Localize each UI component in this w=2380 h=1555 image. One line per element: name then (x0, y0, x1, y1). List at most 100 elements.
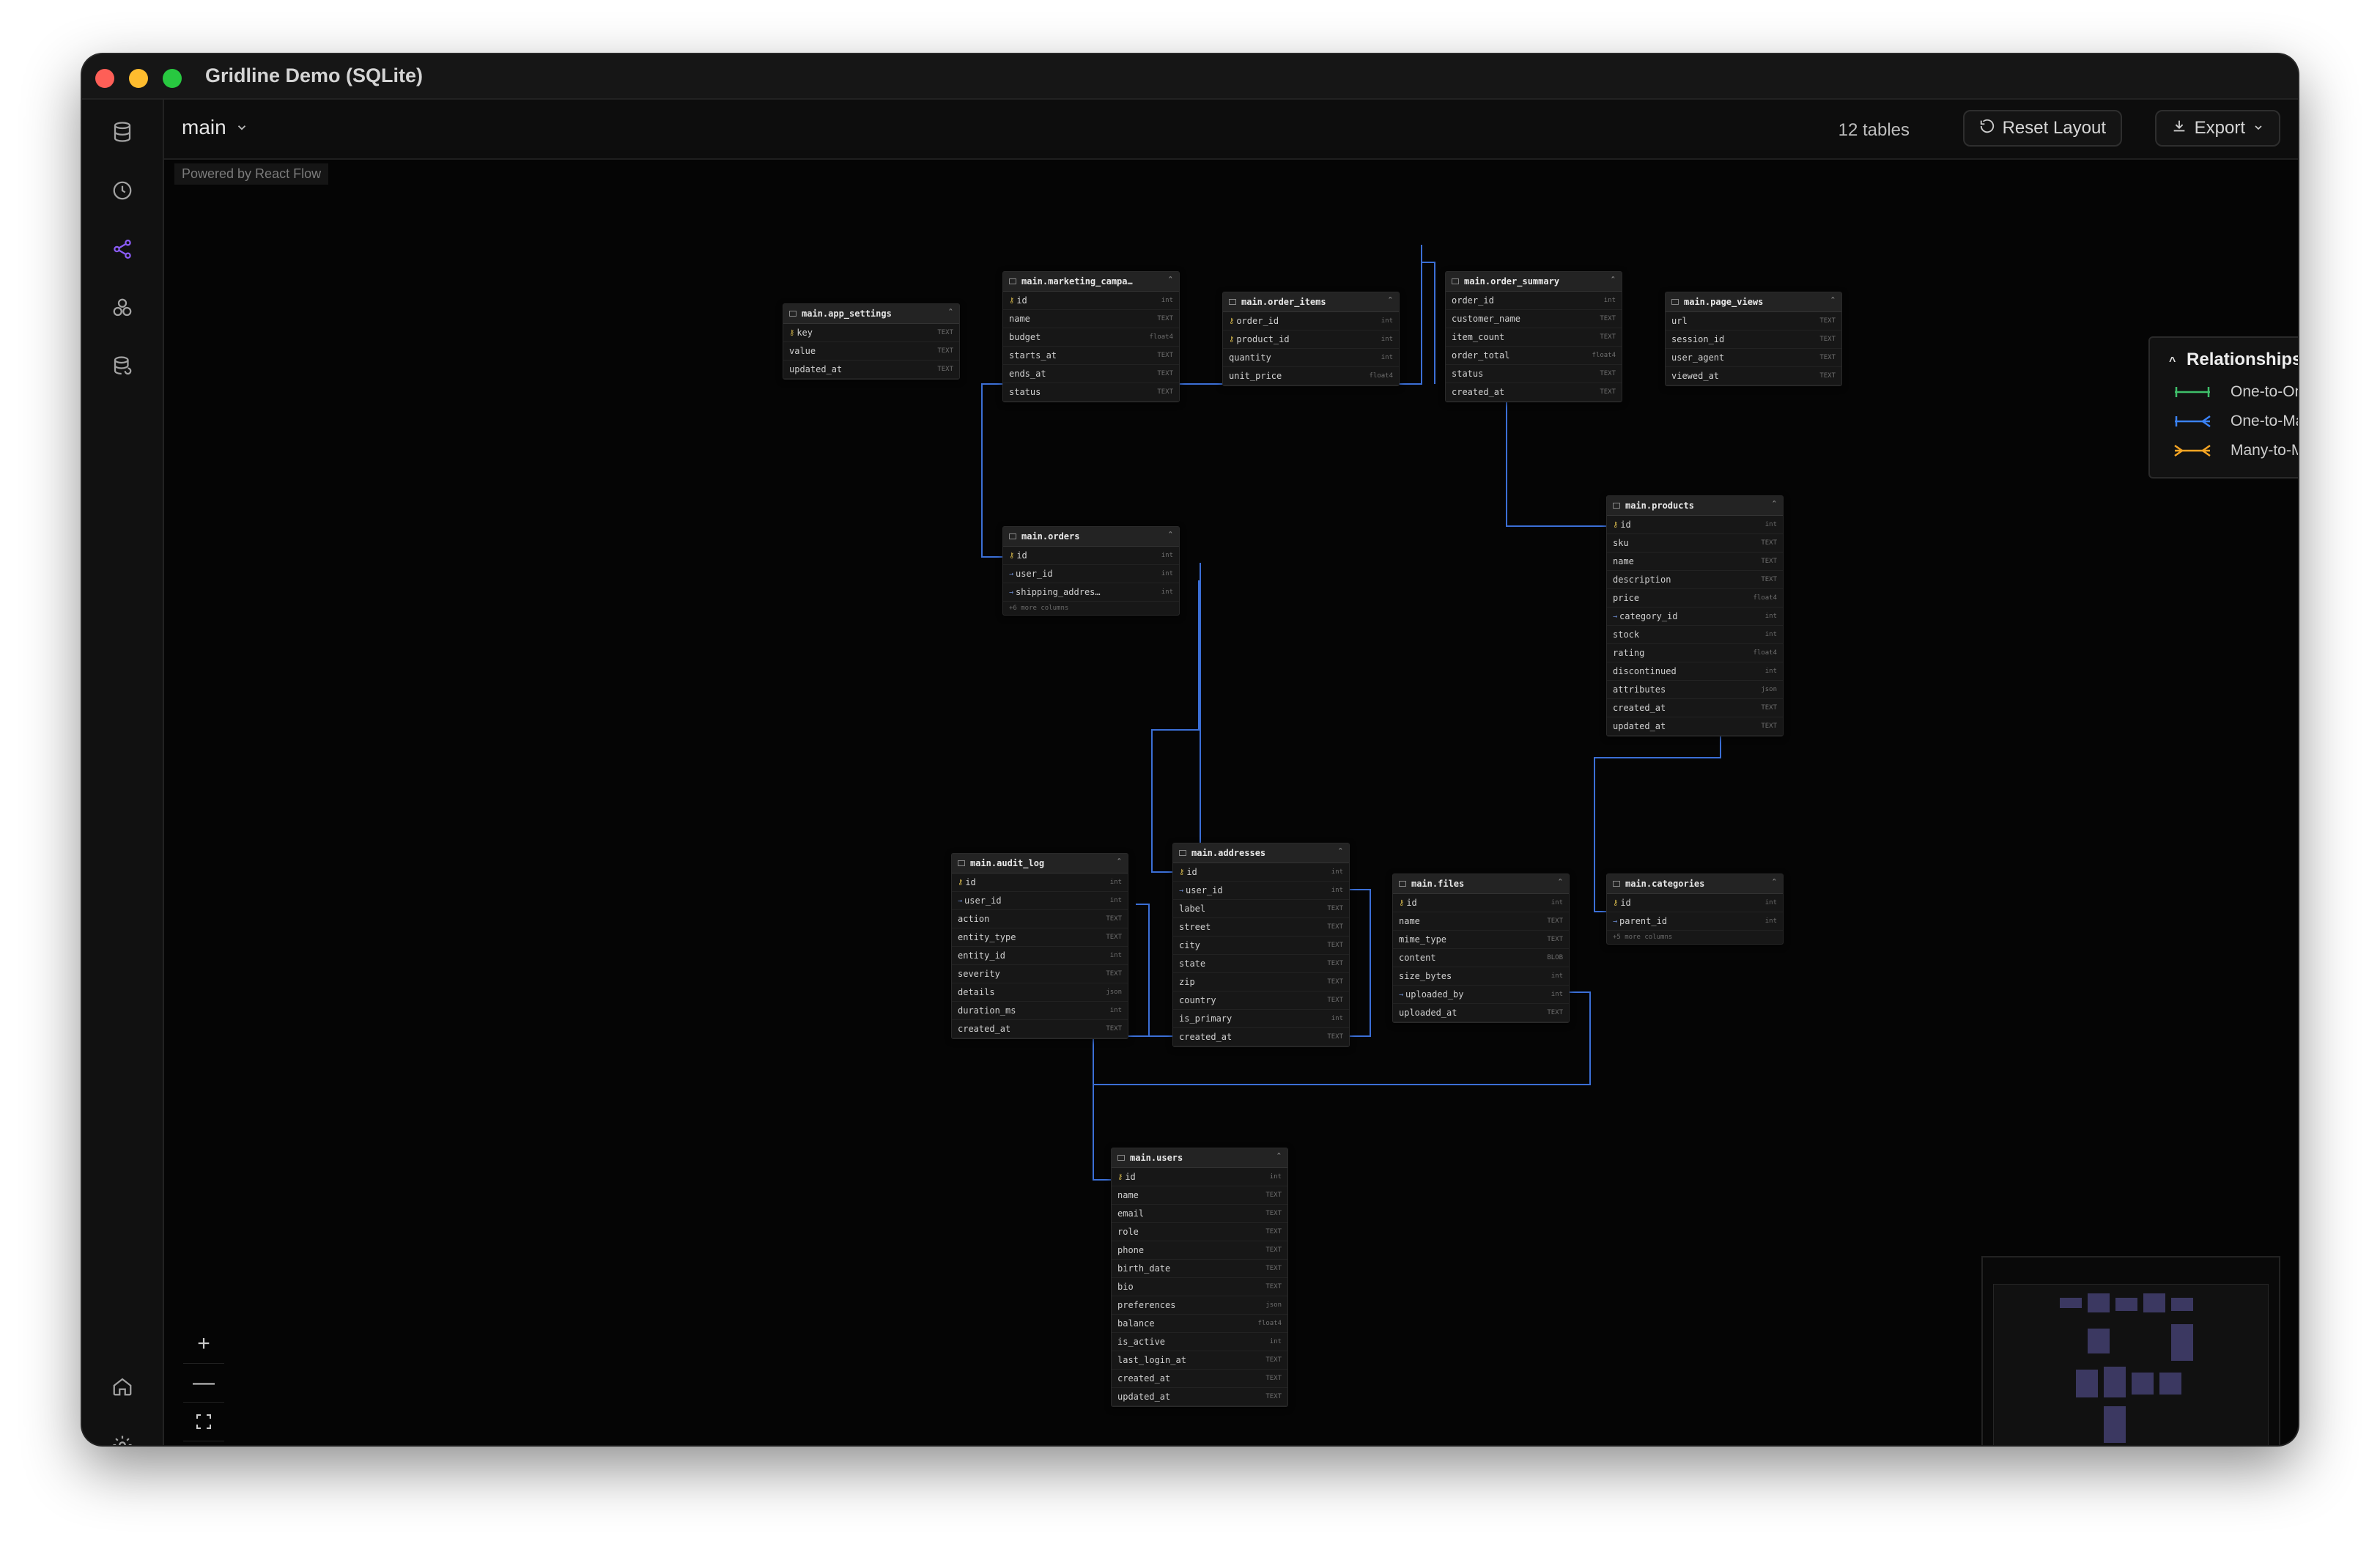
history-icon[interactable] (108, 176, 137, 205)
column-row[interactable]: entity_id int (952, 947, 1128, 965)
column-row[interactable]: ⚷ id int (952, 873, 1128, 892)
table-node[interactable]: main.users ˆ ⚷ id int name TEXT email TEXT role TE… (1111, 1148, 1288, 1407)
schema-selector[interactable]: main (182, 116, 248, 139)
collapse-chevron-icon[interactable]: ˆ (1830, 296, 1836, 306)
column-row[interactable]: budget float4 (1003, 328, 1179, 347)
column-row[interactable]: ⚷ id int (1393, 894, 1569, 912)
column-row[interactable]: ⚷ order_id int (1223, 312, 1399, 330)
column-row[interactable]: country TEXT (1173, 991, 1349, 1010)
table-node[interactable]: main.products ˆ ⚷ id int sku TEXT name TEXT descr… (1606, 495, 1784, 736)
home-icon[interactable] (108, 1372, 137, 1401)
column-row[interactable]: stock int (1607, 626, 1783, 644)
collapse-chevron-icon[interactable]: ˆ (1558, 878, 1563, 888)
table-node[interactable]: main.orders ˆ ⚷ id int → user_id int → shipping_a… (1002, 526, 1180, 616)
share-nodes-icon[interactable] (108, 234, 137, 264)
minimize-window-button[interactable] (129, 69, 148, 88)
table-header[interactable]: main.files ˆ (1393, 874, 1569, 894)
column-row[interactable]: name TEXT (1003, 310, 1179, 328)
column-row[interactable]: → shipping_addres… int (1003, 583, 1179, 602)
table-header[interactable]: main.page_views ˆ (1666, 292, 1841, 312)
column-row[interactable]: session_id TEXT (1666, 330, 1841, 349)
table-node[interactable]: main.order_items ˆ ⚷ order_id int ⚷ product_id… (1222, 292, 1400, 386)
zoom-out-button[interactable]: — (183, 1364, 224, 1403)
table-header[interactable]: main.categories ˆ (1607, 874, 1783, 894)
table-header[interactable]: main.users ˆ (1112, 1148, 1287, 1168)
column-row[interactable]: zip TEXT (1173, 973, 1349, 991)
column-row[interactable]: updated_at TEXT (1112, 1388, 1287, 1406)
database-refresh-icon[interactable] (108, 352, 137, 381)
more-columns-label[interactable]: +6 more columns (1003, 602, 1179, 615)
table-header[interactable]: main.order_summary ˆ (1446, 272, 1622, 292)
collapse-chevron-icon[interactable]: ˆ (1276, 1152, 1282, 1162)
fit-view-button[interactable] (183, 1403, 224, 1441)
column-row[interactable]: viewed_at TEXT (1666, 367, 1841, 385)
column-row[interactable]: value TEXT (783, 342, 959, 361)
column-row[interactable]: → user_id int (952, 892, 1128, 910)
column-row[interactable]: order_id int (1446, 292, 1622, 310)
collapse-chevron-icon[interactable]: ˆ (1117, 857, 1122, 868)
column-row[interactable]: → category_id int (1607, 607, 1783, 626)
diagram-canvas[interactable]: Powered by React Flow main.app_settings ˆ… (164, 160, 2298, 1445)
column-row[interactable]: action TEXT (952, 910, 1128, 928)
column-row[interactable]: is_active int (1112, 1333, 1287, 1351)
table-header[interactable]: main.orders ˆ (1003, 527, 1179, 547)
column-row[interactable]: ⚷ id int (1607, 894, 1783, 912)
column-row[interactable]: → user_id int (1173, 882, 1349, 900)
database-icon[interactable] (108, 117, 137, 147)
column-row[interactable]: user_agent TEXT (1666, 349, 1841, 367)
column-row[interactable]: status TEXT (1003, 383, 1179, 402)
column-row[interactable]: ⚷ id int (1003, 547, 1179, 565)
table-header[interactable]: main.marketing_campa… ˆ (1003, 272, 1179, 292)
gear-icon[interactable] (108, 1430, 137, 1445)
column-row[interactable]: unit_price float4 (1223, 367, 1399, 385)
collapse-chevron-icon[interactable]: ˆ (1168, 276, 1173, 286)
table-node[interactable]: main.categories ˆ ⚷ id int → parent_id int +5 mo… (1606, 873, 1784, 945)
cluster-icon[interactable] (108, 293, 137, 322)
column-row[interactable]: severity TEXT (952, 965, 1128, 983)
column-row[interactable]: order_total float4 (1446, 347, 1622, 365)
column-row[interactable]: item_count TEXT (1446, 328, 1622, 347)
column-row[interactable]: city TEXT (1173, 937, 1349, 955)
column-row[interactable]: created_at TEXT (1112, 1370, 1287, 1388)
column-row[interactable]: last_login_at TEXT (1112, 1351, 1287, 1370)
reset-layout-button[interactable]: Reset Layout (1962, 110, 2122, 147)
column-row[interactable]: ⚷ id int (1173, 863, 1349, 882)
column-row[interactable]: discontinued int (1607, 662, 1783, 681)
column-row[interactable]: created_at TEXT (1446, 383, 1622, 402)
column-row[interactable]: sku TEXT (1607, 534, 1783, 553)
collapse-chevron-icon[interactable]: ˆ (1772, 878, 1777, 888)
column-row[interactable]: uploaded_at TEXT (1393, 1004, 1569, 1022)
column-row[interactable]: → user_id int (1003, 565, 1179, 583)
column-row[interactable]: name TEXT (1607, 553, 1783, 571)
column-row[interactable]: street TEXT (1173, 918, 1349, 937)
table-node[interactable]: main.audit_log ˆ ⚷ id int → user_id int action TE… (951, 853, 1128, 1039)
legend-title[interactable]: ^ Relationships (2169, 350, 2298, 370)
column-row[interactable]: rating float4 (1607, 644, 1783, 662)
column-row[interactable]: entity_type TEXT (952, 928, 1128, 947)
column-row[interactable]: label TEXT (1173, 900, 1349, 918)
export-button[interactable]: Export (2154, 110, 2280, 147)
column-row[interactable]: name TEXT (1393, 912, 1569, 931)
column-row[interactable]: balance float4 (1112, 1315, 1287, 1333)
collapse-chevron-icon[interactable]: ˆ (948, 308, 953, 318)
table-header[interactable]: main.products ˆ (1607, 496, 1783, 516)
table-node[interactable]: main.files ˆ ⚷ id int name TEXT mime_type TEXT co… (1392, 873, 1570, 1023)
column-row[interactable]: ⚷ id int (1607, 516, 1783, 534)
column-row[interactable]: details json (952, 983, 1128, 1002)
column-row[interactable]: mime_type TEXT (1393, 931, 1569, 949)
collapse-chevron-icon[interactable]: ˆ (1611, 276, 1616, 286)
table-node[interactable]: main.app_settings ˆ ⚷ key TEXT value TEXT updat… (783, 303, 960, 380)
column-row[interactable]: bio TEXT (1112, 1278, 1287, 1296)
column-row[interactable]: price float4 (1607, 589, 1783, 607)
column-row[interactable]: quantity int (1223, 349, 1399, 367)
table-node[interactable]: main.order_summary ˆ order_id int customer_n… (1445, 271, 1622, 402)
zoom-in-button[interactable]: + (183, 1325, 224, 1364)
column-row[interactable]: description TEXT (1607, 571, 1783, 589)
column-row[interactable]: ⚷ id int (1112, 1168, 1287, 1186)
column-row[interactable]: content BLOB (1393, 949, 1569, 967)
column-row[interactable]: updated_at TEXT (1607, 717, 1783, 736)
close-window-button[interactable] (95, 69, 114, 88)
table-header[interactable]: main.addresses ˆ (1173, 843, 1349, 863)
column-row[interactable]: ends_at TEXT (1003, 365, 1179, 383)
column-row[interactable]: ⚷ key TEXT (783, 324, 959, 342)
